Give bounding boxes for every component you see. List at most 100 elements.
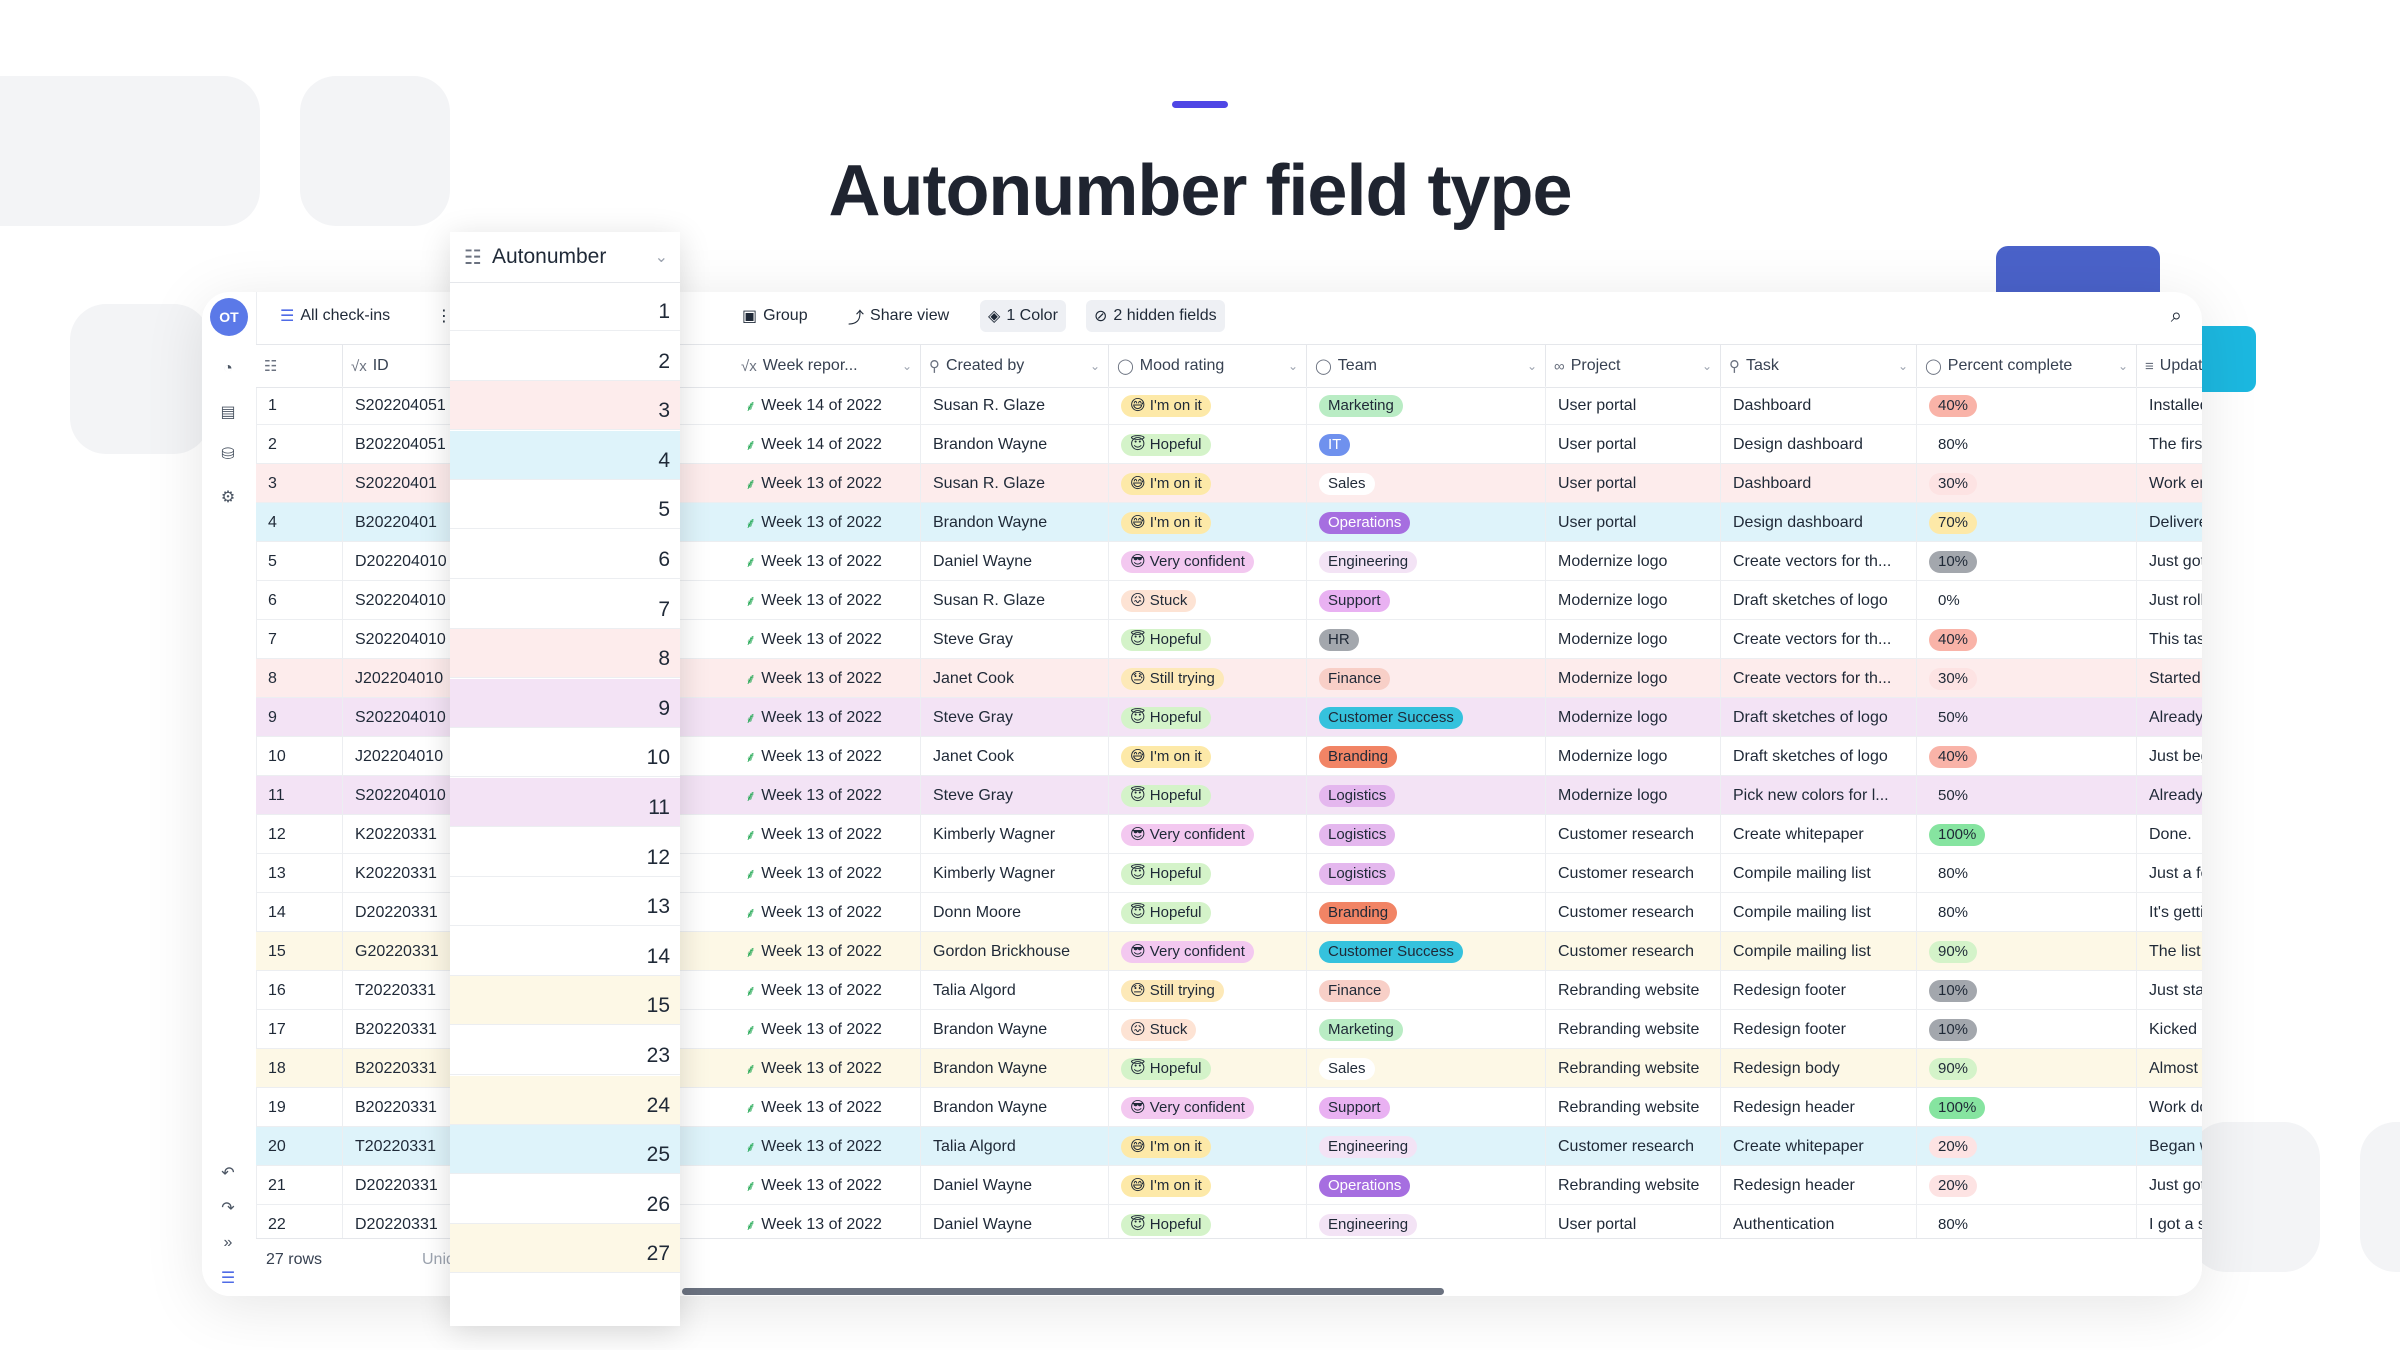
- cell-task[interactable]: Create vectors for th...: [1721, 620, 1917, 659]
- cell-mood[interactable]: 😇 Hopeful: [1109, 893, 1307, 932]
- cell-project[interactable]: Modernize logo: [1546, 581, 1721, 620]
- cell-task[interactable]: Authentication: [1721, 1205, 1917, 1238]
- cell-n[interactable]: 7: [256, 620, 343, 659]
- cell-upd[interactable]: Just started t: [2137, 971, 2202, 1010]
- cell-task[interactable]: Compile mailing list: [1721, 893, 1917, 932]
- autonumber-cell[interactable]: 1: [450, 282, 680, 331]
- cell-project[interactable]: User portal: [1546, 1205, 1721, 1238]
- horizontal-scrollbar[interactable]: [682, 1288, 1444, 1295]
- cell-project[interactable]: User portal: [1546, 386, 1721, 425]
- autonumber-cell[interactable]: 12: [450, 828, 680, 877]
- cell-n[interactable]: 8: [256, 659, 343, 698]
- column-header-team[interactable]: ◯ Team ⌄: [1307, 345, 1546, 387]
- cell-n[interactable]: 16: [256, 971, 343, 1010]
- cell-upd[interactable]: Just began w: [2137, 737, 2202, 776]
- cell-n[interactable]: 3: [256, 464, 343, 503]
- cell-task[interactable]: Redesign body: [1721, 1049, 1917, 1088]
- chevron-down-icon[interactable]: ⌄: [1898, 359, 1908, 373]
- cell-team[interactable]: Logistics: [1307, 815, 1546, 854]
- cell-upd[interactable]: Started creati: [2137, 659, 2202, 698]
- cell-mood[interactable]: 😇 Hopeful: [1109, 425, 1307, 464]
- cell-mood[interactable]: 😅 I'm on it: [1109, 1166, 1307, 1205]
- cell-n[interactable]: 2: [256, 425, 343, 464]
- column-header-updates[interactable]: ≡ Updates: [2137, 345, 2202, 387]
- cell-team[interactable]: Marketing: [1307, 1010, 1546, 1049]
- cell-team[interactable]: Sales: [1307, 1049, 1546, 1088]
- hidden-fields-button[interactable]: ⊘ 2 hidden fields: [1086, 300, 1225, 332]
- cell-task[interactable]: Pick new colors for l...: [1721, 776, 1917, 815]
- cell-pct[interactable]: 10%: [1917, 1010, 2137, 1049]
- cell-week[interactable]: ⸙ Week 13 of 2022: [733, 815, 921, 854]
- cell-mood[interactable]: 😓 Still trying: [1109, 659, 1307, 698]
- expand-icon[interactable]: »: [217, 1232, 239, 1254]
- cell-mood[interactable]: 😓 Still trying: [1109, 971, 1307, 1010]
- cell-n[interactable]: 21: [256, 1166, 343, 1205]
- chevron-down-icon[interactable]: ⌄: [1288, 359, 1298, 373]
- cell-pct[interactable]: 80%: [1917, 425, 2137, 464]
- cell-team[interactable]: Operations: [1307, 503, 1546, 542]
- cell-mood[interactable]: 😇 Hopeful: [1109, 1049, 1307, 1088]
- cell-task[interactable]: Dashboard: [1721, 464, 1917, 503]
- chevron-down-icon[interactable]: ⌄: [1090, 359, 1100, 373]
- cell-upd[interactable]: The list is alm: [2137, 932, 2202, 971]
- cell-week[interactable]: ⸙ Week 13 of 2022: [733, 1127, 921, 1166]
- undo-icon[interactable]: ↶: [217, 1162, 239, 1184]
- column-header-mood[interactable]: ◯ Mood rating ⌄: [1109, 345, 1307, 387]
- cell-task[interactable]: Redesign header: [1721, 1166, 1917, 1205]
- cell-team[interactable]: Logistics: [1307, 776, 1546, 815]
- cell-mood[interactable]: 😖 Stuck: [1109, 1010, 1307, 1049]
- cell-n[interactable]: 20: [256, 1127, 343, 1166]
- cell-task[interactable]: Redesign footer: [1721, 1010, 1917, 1049]
- cell-task[interactable]: Draft sketches of logo: [1721, 581, 1917, 620]
- avatar[interactable]: OT: [210, 298, 248, 336]
- table-view-icon[interactable]: ☰: [217, 1267, 239, 1289]
- chevron-down-icon[interactable]: ⌄: [1527, 359, 1537, 373]
- cell-project[interactable]: Customer research: [1546, 893, 1721, 932]
- cell-pct[interactable]: 90%: [1917, 1049, 2137, 1088]
- autonumber-cell[interactable]: 7: [450, 580, 680, 629]
- cell-mood[interactable]: 😅 I'm on it: [1109, 386, 1307, 425]
- cell-mood[interactable]: 😎 Very confident: [1109, 542, 1307, 581]
- cell-week[interactable]: ⸙ Week 13 of 2022: [733, 932, 921, 971]
- cell-upd[interactable]: Work done. S: [2137, 1088, 2202, 1127]
- cell-team[interactable]: Engineering: [1307, 542, 1546, 581]
- cell-pct[interactable]: 20%: [1917, 1166, 2137, 1205]
- cell-team[interactable]: Marketing: [1307, 386, 1546, 425]
- cell-week[interactable]: ⸙ Week 13 of 2022: [733, 503, 921, 542]
- cell-pct[interactable]: 20%: [1917, 1127, 2137, 1166]
- column-header-percent[interactable]: ◯ Percent complete ⌄: [1917, 345, 2137, 387]
- document-icon[interactable]: ▤: [217, 401, 239, 423]
- cell-task[interactable]: Redesign header: [1721, 1088, 1917, 1127]
- cell-project[interactable]: Modernize logo: [1546, 776, 1721, 815]
- cell-pct[interactable]: 40%: [1917, 386, 2137, 425]
- cell-mood[interactable]: 😇 Hopeful: [1109, 620, 1307, 659]
- cell-pct[interactable]: 30%: [1917, 659, 2137, 698]
- cell-upd[interactable]: Kicked off thi: [2137, 1010, 2202, 1049]
- cell-week[interactable]: ⸙ Week 13 of 2022: [733, 1010, 921, 1049]
- cell-week[interactable]: ⸙ Week 13 of 2022: [733, 542, 921, 581]
- cell-upd[interactable]: Just a few mo: [2137, 854, 2202, 893]
- cell-pct[interactable]: 40%: [1917, 737, 2137, 776]
- cell-by[interactable]: Brandon Wayne: [921, 1010, 1109, 1049]
- cell-by[interactable]: Susan R. Glaze: [921, 464, 1109, 503]
- cell-week[interactable]: ⸙ Week 13 of 2022: [733, 581, 921, 620]
- cell-team[interactable]: Logistics: [1307, 854, 1546, 893]
- cell-n[interactable]: 9: [256, 698, 343, 737]
- cell-upd[interactable]: Already have: [2137, 698, 2202, 737]
- cell-pct[interactable]: 0%: [1917, 581, 2137, 620]
- cell-n[interactable]: 22: [256, 1205, 343, 1238]
- autonumber-cell[interactable]: 13: [450, 877, 680, 927]
- cell-pct[interactable]: 50%: [1917, 698, 2137, 737]
- cell-pct[interactable]: 70%: [1917, 503, 2137, 542]
- cell-by[interactable]: Gordon Brickhouse: [921, 932, 1109, 971]
- cell-n[interactable]: 18: [256, 1049, 343, 1088]
- autonumber-cell[interactable]: 23: [450, 1026, 680, 1075]
- cell-by[interactable]: Daniel Wayne: [921, 1205, 1109, 1238]
- cell-by[interactable]: Brandon Wayne: [921, 1088, 1109, 1127]
- cell-pct[interactable]: 50%: [1917, 776, 2137, 815]
- cell-by[interactable]: Brandon Wayne: [921, 1049, 1109, 1088]
- cell-week[interactable]: ⸙ Week 13 of 2022: [733, 464, 921, 503]
- cell-pct[interactable]: 100%: [1917, 1088, 2137, 1127]
- color-button[interactable]: ◈ 1 Color: [980, 300, 1066, 332]
- cell-week[interactable]: ⸙ Week 13 of 2022: [733, 1088, 921, 1127]
